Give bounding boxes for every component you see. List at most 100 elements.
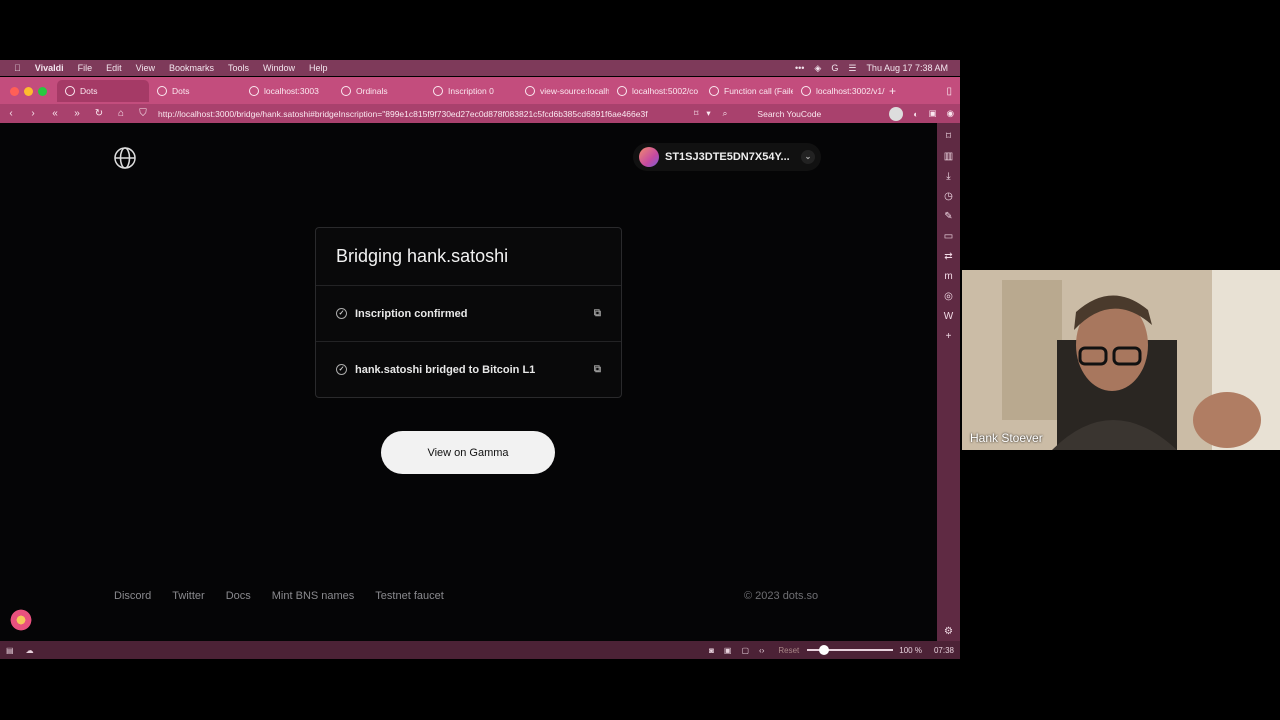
- tab-dots-active[interactable]: Dots: [57, 80, 149, 102]
- notes-icon[interactable]: ✎: [944, 211, 952, 222]
- step-inscription-confirmed: ✓ Inscription confirmed ⧉: [316, 285, 621, 341]
- new-tab-button[interactable]: +: [889, 84, 896, 98]
- settings-icon[interactable]: ◉: [947, 108, 954, 119]
- zoom-slider-thumb[interactable]: [819, 645, 830, 655]
- copyright: © 2023 dots.so: [744, 590, 819, 602]
- tab-localhost-3002[interactable]: localhost:3002/v1/: [793, 80, 885, 102]
- footer-link-twitter[interactable]: Twitter: [172, 590, 204, 602]
- globe-icon: [157, 86, 167, 96]
- image-icon[interactable]: ▣: [724, 646, 732, 655]
- translate-icon[interactable]: ⇄: [944, 251, 952, 262]
- menu-tools[interactable]: Tools: [228, 63, 249, 73]
- wikipedia-icon[interactable]: W: [944, 311, 953, 322]
- avatar: [639, 147, 659, 167]
- chevron-down-icon[interactable]: ▾: [706, 108, 710, 119]
- webcam-video: [962, 270, 1280, 450]
- home-icon[interactable]: ⌂: [110, 108, 132, 119]
- tab-label: localhost:3003: [264, 86, 319, 96]
- window-panel-icon[interactable]: ▭: [944, 231, 953, 242]
- control-center-icon[interactable]: ☰: [848, 63, 856, 74]
- page-icon: [617, 86, 627, 96]
- menu-help[interactable]: Help: [309, 63, 328, 73]
- panel-toggle-icon[interactable]: ▤: [6, 646, 14, 655]
- page-icon: [801, 86, 811, 96]
- forward-icon[interactable]: ›: [22, 108, 44, 119]
- trash-icon[interactable]: ▯: [946, 86, 952, 97]
- code-icon[interactable]: ‹›: [759, 646, 764, 655]
- globe-icon[interactable]: [113, 146, 137, 170]
- extension-icon[interactable]: ▣: [929, 108, 937, 119]
- history-icon[interactable]: ◷: [944, 191, 953, 202]
- zoom-slider[interactable]: [807, 645, 894, 655]
- tab-ordinals[interactable]: Ordinals: [333, 80, 425, 102]
- reload-icon[interactable]: ↻: [88, 108, 110, 119]
- tab-dots[interactable]: Dots: [149, 80, 241, 102]
- flower-icon[interactable]: [9, 608, 33, 632]
- tab-localhost-3003[interactable]: localhost:3003: [241, 80, 333, 102]
- search-icon[interactable]: ⌕: [723, 108, 728, 119]
- maximize-window-button[interactable]: [38, 86, 47, 96]
- tab-label: localhost:5002/co: [632, 86, 699, 96]
- card-title: Bridging hank.satoshi: [336, 246, 509, 266]
- menu-file[interactable]: File: [78, 63, 93, 73]
- grammarly-icon[interactable]: G: [831, 63, 838, 73]
- footer-link-discord[interactable]: Discord: [114, 590, 151, 602]
- url-field[interactable]: http://localhost:3000/bridge/hank.satosh…: [158, 109, 688, 119]
- menu-app-name[interactable]: Vivaldi: [35, 63, 64, 73]
- footer-link-mint-bns[interactable]: Mint BNS names: [272, 590, 355, 602]
- chevron-down-icon: ⌄: [801, 150, 815, 164]
- wallet-button[interactable]: ST1SJ3DTE5DN7X54Y... ⌄: [633, 143, 821, 171]
- menubar-datetime[interactable]: Thu Aug 17 7:38 AM: [866, 63, 948, 73]
- address-bar-row: ‹ › « » ↻ ⌂ ⛉ http://localhost:3000/brid…: [0, 104, 960, 123]
- view-on-gamma-button[interactable]: View on Gamma: [381, 431, 555, 474]
- add-panel-icon[interactable]: +: [946, 331, 952, 342]
- check-circle-icon: ✓: [336, 364, 347, 375]
- rewind-icon[interactable]: «: [44, 108, 66, 119]
- zoom-reset-button[interactable]: Reset: [778, 646, 799, 655]
- tab-function-call[interactable]: Function call (Faile: [701, 80, 793, 102]
- footer-link-docs[interactable]: Docs: [226, 590, 251, 602]
- menu-window[interactable]: Window: [263, 63, 295, 73]
- tab-view-source[interactable]: view-source:localh: [517, 80, 609, 102]
- minimize-window-button[interactable]: [24, 86, 33, 96]
- downloads-icon[interactable]: ⤓: [946, 171, 950, 182]
- bookmarks-panel-icon[interactable]: ⌑: [946, 131, 951, 142]
- more-icon[interactable]: •••: [795, 63, 804, 73]
- browser-tab-bar: Dots Dots localhost:3003 Ordinals Inscri…: [0, 77, 960, 105]
- tab-label: Dots: [172, 86, 190, 96]
- search-input[interactable]: Search YouCode: [757, 109, 877, 119]
- sync-icon[interactable]: ☁: [26, 646, 34, 655]
- reading-list-icon[interactable]: ▥: [944, 151, 953, 162]
- tab-localhost-5002[interactable]: localhost:5002/co: [609, 80, 701, 102]
- wallet-address: ST1SJ3DTE5DN7X54Y...: [665, 151, 790, 163]
- step-bridged: ✓ hank.satoshi bridged to Bitcoin L1 ⧉: [316, 341, 621, 397]
- menu-bookmarks[interactable]: Bookmarks: [169, 63, 214, 73]
- menu-edit[interactable]: Edit: [106, 63, 122, 73]
- profile-icon[interactable]: [889, 106, 904, 121]
- back-icon[interactable]: ‹: [0, 108, 22, 119]
- bridge-status-card: Bridging hank.satoshi ✓ Inscription conf…: [315, 227, 622, 398]
- footer-link-testnet-faucet[interactable]: Testnet faucet: [375, 590, 444, 602]
- extension-icon[interactable]: ◐: [913, 109, 918, 119]
- extension-icon[interactable]: ◈: [814, 63, 821, 74]
- web-panel-icon[interactable]: ◎: [944, 291, 953, 302]
- capture-icon[interactable]: ◙: [709, 646, 714, 655]
- fast-forward-icon[interactable]: »: [66, 108, 88, 119]
- participant-name: Hank Stoever: [970, 431, 1043, 445]
- apple-icon[interactable]: : [14, 63, 21, 73]
- mastodon-icon[interactable]: m: [944, 271, 952, 282]
- app-icon: [709, 86, 719, 96]
- step-label: Inscription confirmed: [355, 307, 468, 320]
- tab-inscription[interactable]: Inscription 0: [425, 80, 517, 102]
- external-link-icon[interactable]: ⧉: [594, 308, 601, 319]
- close-window-button[interactable]: [10, 86, 19, 96]
- status-bar: ▤ ☁ ◙ ▣ ▢ ‹› Reset 100 % 07:38: [0, 641, 960, 659]
- tiling-icon[interactable]: ▢: [741, 646, 749, 655]
- menu-view[interactable]: View: [136, 63, 155, 73]
- bookmark-icon[interactable]: ⌑: [694, 108, 698, 119]
- shield-icon[interactable]: ⛉: [132, 108, 154, 119]
- zoom-level[interactable]: 100 %: [899, 646, 922, 655]
- external-link-icon[interactable]: ⧉: [594, 364, 601, 375]
- status-clock: 07:38: [933, 645, 954, 655]
- settings-icon[interactable]: ⚙: [944, 626, 953, 637]
